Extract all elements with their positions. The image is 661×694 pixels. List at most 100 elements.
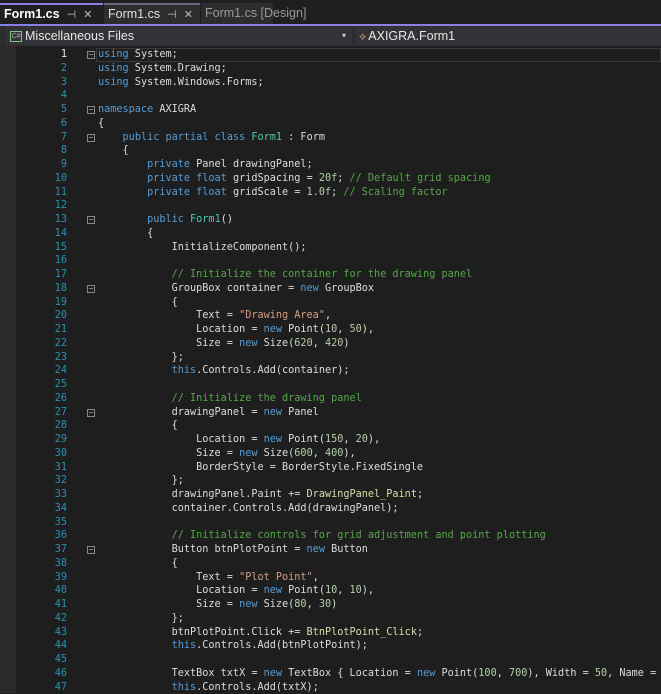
code-line[interactable]: 11 private float gridScale = 1.0f; // Sc… xyxy=(0,186,661,200)
code-token: new xyxy=(264,585,282,596)
code-line[interactable]: 26 // Initialize the drawing panel xyxy=(0,392,661,406)
code-line[interactable]: 22 Size = new Size(620, 420) xyxy=(0,337,661,351)
code-token: () xyxy=(221,214,233,225)
collapse-icon[interactable]: − xyxy=(87,106,95,114)
code-text: { xyxy=(98,227,153,241)
code-line[interactable]: 19 { xyxy=(0,296,661,310)
code-line[interactable]: 32 }; xyxy=(0,474,661,488)
code-line[interactable]: 15 InitializeComponent(); xyxy=(0,241,661,255)
line-number: 47 xyxy=(27,681,67,694)
close-icon[interactable]: ✕ xyxy=(83,6,92,24)
code-line[interactable]: 41 Size = new Size(80, 30) xyxy=(0,598,661,612)
code-text: namespace AXIGRA xyxy=(98,103,196,117)
code-line[interactable]: 40 Location = new Point(10, 10), xyxy=(0,584,661,598)
collapse-icon[interactable]: − xyxy=(87,285,95,293)
code-line[interactable]: 25 xyxy=(0,378,661,392)
code-line[interactable]: 31 BorderStyle = BorderStyle.FixedSingle xyxy=(0,461,661,475)
code-token: InitializeComponent(); xyxy=(98,242,307,253)
code-token: , xyxy=(343,434,355,445)
code-line[interactable]: 3using System.Windows.Forms; xyxy=(0,76,661,90)
tab-form1-cs[interactable]: Form1.cs⊣✕ xyxy=(104,3,200,24)
code-text: private Panel drawingPanel; xyxy=(98,158,313,172)
code-token: : Form xyxy=(282,132,325,143)
code-token: Size = xyxy=(98,599,239,610)
code-line[interactable]: 9 private Panel drawingPanel; xyxy=(0,158,661,172)
code-token: new xyxy=(239,599,257,610)
tab-bar: Form1.cs⊣✕ Form1.cs⊣✕ Form1.cs [Design] xyxy=(0,0,661,26)
code-token: 700 xyxy=(509,668,527,679)
code-line[interactable]: 34 container.Controls.Add(drawingPanel); xyxy=(0,502,661,516)
code-line[interactable]: 24 this.Controls.Add(container); xyxy=(0,364,661,378)
tab-form1-cs-active[interactable]: Form1.cs⊣✕ xyxy=(0,3,103,24)
code-token: 50 xyxy=(595,668,607,679)
code-line[interactable]: 20 Text = "Drawing Area", xyxy=(0,309,661,323)
code-text: using System; xyxy=(98,48,178,62)
code-line[interactable]: 8 { xyxy=(0,144,661,158)
code-line[interactable]: 6{ xyxy=(0,117,661,131)
code-token: { xyxy=(98,297,178,308)
code-line[interactable]: 23 }; xyxy=(0,351,661,365)
code-line[interactable]: 47 this.Controls.Add(txtX); xyxy=(0,681,661,694)
code-line[interactable]: 14 { xyxy=(0,227,661,241)
code-line[interactable]: 10 private float gridSpacing = 20f; // D… xyxy=(0,172,661,186)
code-line[interactable]: 43 btnPlotPoint.Click += BtnPlotPoint_Cl… xyxy=(0,626,661,640)
code-line[interactable]: 46 TextBox txtX = new TextBox { Location… xyxy=(0,667,661,681)
pin-icon[interactable]: ⊣ xyxy=(67,6,77,24)
tab-label: Form1.cs [Design] xyxy=(205,6,306,20)
code-token: public partial class xyxy=(123,132,246,143)
code-line[interactable]: 21 Location = new Point(10, 50), xyxy=(0,323,661,337)
code-line[interactable]: 29 Location = new Point(150, 20), xyxy=(0,433,661,447)
code-line[interactable]: 18− GroupBox container = new GroupBox xyxy=(0,282,661,296)
collapse-icon[interactable]: − xyxy=(87,134,95,142)
line-number: 5 xyxy=(27,103,67,117)
code-token: , xyxy=(337,324,349,335)
code-token: new xyxy=(239,338,257,349)
code-line[interactable]: 38 { xyxy=(0,557,661,571)
close-icon[interactable]: ✕ xyxy=(184,6,193,24)
code-line[interactable]: 5 −namespace AXIGRA xyxy=(0,103,661,117)
code-editor[interactable]: 1−using System;2using System.Drawing;3us… xyxy=(0,46,661,693)
project-dropdown[interactable]: C#Miscellaneous Files ▾ xyxy=(6,27,352,45)
collapse-icon[interactable]: − xyxy=(87,546,95,554)
code-line[interactable]: 28 { xyxy=(0,419,661,433)
code-line[interactable]: 27− drawingPanel = new Panel xyxy=(0,406,661,420)
code-line[interactable]: 37− Button btnPlotPoint = new Button xyxy=(0,543,661,557)
code-text: // Initialize controls for grid adjustme… xyxy=(98,529,546,543)
code-line[interactable]: 16 xyxy=(0,254,661,268)
code-token: new xyxy=(417,668,435,679)
code-line[interactable]: 4 xyxy=(0,89,661,103)
pin-icon[interactable]: ⊣ xyxy=(167,6,177,24)
code-text: this.Controls.Add(container); xyxy=(98,364,350,378)
collapse-icon[interactable]: − xyxy=(87,409,95,417)
code-line[interactable]: 30 Size = new Size(600, 400), xyxy=(0,447,661,461)
code-line[interactable]: 44 this.Controls.Add(btnPlotPoint); xyxy=(0,639,661,653)
code-token: 420 xyxy=(325,338,343,349)
code-token: Location = xyxy=(98,585,264,596)
code-token xyxy=(98,159,147,170)
code-line[interactable]: 13− public Form1() xyxy=(0,213,661,227)
code-line[interactable]: 42 }; xyxy=(0,612,661,626)
code-line[interactable]: 2using System.Drawing; xyxy=(0,62,661,76)
member-dropdown[interactable]: ⟡AXIGRA.Form1 xyxy=(355,27,661,45)
collapse-icon[interactable]: − xyxy=(87,216,95,224)
line-number: 19 xyxy=(27,296,67,310)
code-line[interactable]: 1−using System; xyxy=(0,48,661,62)
code-line[interactable]: 39 Text = "Plot Point", xyxy=(0,571,661,585)
code-token: 10 xyxy=(325,324,337,335)
code-text: drawingPanel = new Panel xyxy=(98,406,319,420)
code-line[interactable]: 33 drawingPanel.Paint += DrawingPanel_Pa… xyxy=(0,488,661,502)
code-line[interactable]: 36 // Initialize controls for grid adjus… xyxy=(0,529,661,543)
code-token: Form1 xyxy=(251,132,282,143)
tab-form1-design[interactable]: Form1.cs [Design] xyxy=(201,3,273,24)
collapse-icon[interactable]: − xyxy=(87,51,95,59)
code-text: this.Controls.Add(btnPlotPoint); xyxy=(98,639,368,653)
code-token: { xyxy=(98,145,129,156)
code-line[interactable]: 45 xyxy=(0,653,661,667)
code-line[interactable]: 17 // Initialize the container for the d… xyxy=(0,268,661,282)
code-token: Location = xyxy=(98,324,264,335)
code-text: Size = new Size(80, 30) xyxy=(98,598,337,612)
code-text: BorderStyle = BorderStyle.FixedSingle xyxy=(98,461,423,475)
code-line[interactable]: 7− public partial class Form1 : Form xyxy=(0,131,661,145)
code-line[interactable]: 35 xyxy=(0,516,661,530)
code-line[interactable]: 12 xyxy=(0,199,661,213)
